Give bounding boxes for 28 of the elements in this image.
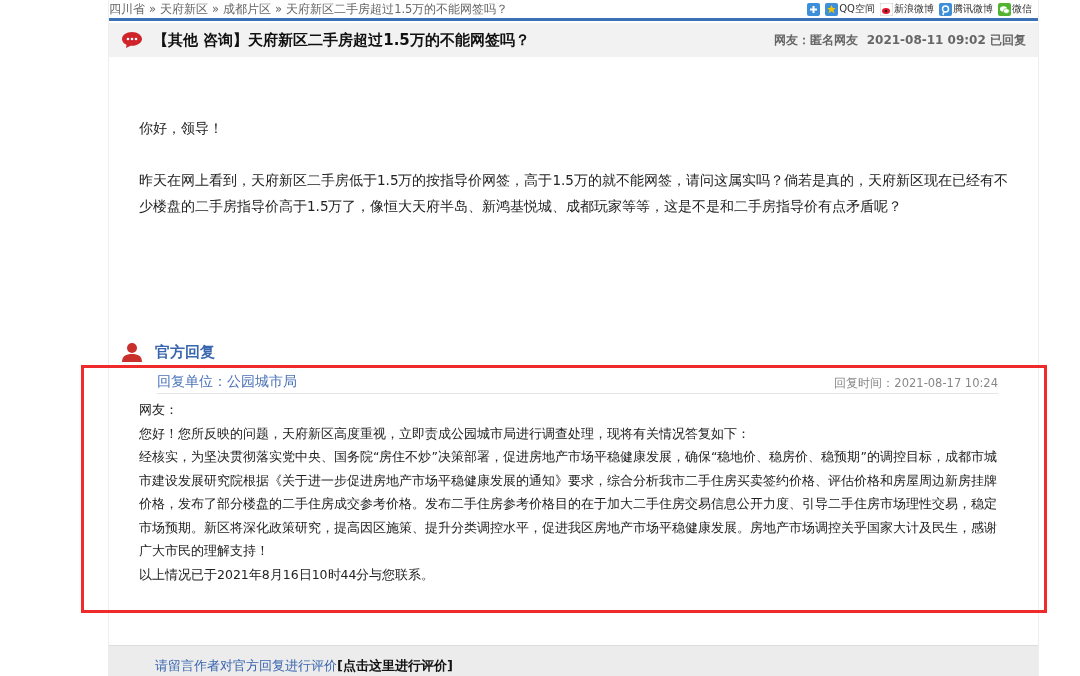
star-icon — [825, 2, 839, 16]
breadcrumb-link[interactable]: 成都片区 — [223, 1, 272, 17]
reply-paragraph: 您好！您所反映的问题，天府新区高度重视，立即责成公园城市局进行调查处理，现将有关情况答复如下： — [139, 424, 751, 443]
question-meta: 网友：匿名网友 2021-08-11 09:02 已回复 — [774, 31, 1026, 49]
share-link[interactable]: 新浪微博 — [880, 2, 934, 16]
reply-time: 回复时间：2021-08-17 10:24 — [834, 376, 998, 391]
reply-paragraph: 经核实，为坚决贯彻落实党中央、国务院“房住不炒”决策部署，促进房地产市场平稳健康发展，确保“稳地价、稳房价、稳预期”的调控目标，成都市城市建设发展研究院根据《关于进一步促进房地产市场平稳健康发展的通知》要求，综合分析我市二手住房买卖签约价格、评估价格和房屋周边新房挂牌价格，发布了部分楼盘的二手住房成交参考价格。发布二手住房参考价格目的在于加大二手住房交易信息公开力度、引导二手住房市场理性交易，稳定市场预期。新区将深化政策研究，提高因区施策、提升分类调控水平，促进我区房地产市场平稳健康发展。房地产市场调控关乎国家大计及民生，感谢广大市民的理解支持！ — [139, 448, 998, 560]
breadcrumb-link[interactable]: 天府新区 — [160, 1, 209, 17]
share-link[interactable]: QQ空间 — [825, 2, 875, 16]
reply-paragraph: 以上情况已于2021年8月16日10时44分与您联系。 — [139, 565, 436, 584]
share-link[interactable] — [807, 2, 821, 16]
reply-paragraph: 网友： — [139, 401, 179, 419]
question-title: 【其他 咨询】天府新区二手房超过1.5万的不能网签吗？ — [153, 30, 531, 50]
breadcrumb-link[interactable]: 四川省 — [109, 1, 145, 17]
reply-unit: 回复单位：公园城市局 — [157, 373, 297, 391]
reply-heading: 官方回复 — [155, 342, 215, 362]
share-link[interactable]: 腾讯微博 — [939, 2, 993, 16]
person-icon — [122, 342, 142, 362]
breadcrumb-separator: » — [149, 1, 157, 17]
breadcrumb-link[interactable]: 天府新区二手房超过1.5万的不能网签吗？ — [286, 1, 509, 17]
breadcrumb-separator: » — [275, 1, 283, 17]
question-paragraph: 昨天在网上看到，天府新区二手房低于1.5万的按指导价网签，高于1.5万的就不能网签，请问这属实吗？倘若是真的，天府新区现在已经有不少楼盘的二手房指导价高于1.5万了，像恒大天府半岛、新鸿基悦城、成都玩家等等，这是不是和二手房指导价有点矛盾呢？ — [139, 171, 1008, 216]
speech-bubble-icon — [121, 31, 143, 49]
breadcrumb-separator: » — [212, 1, 220, 17]
rating-link[interactable]: [点击这里进行评价] — [337, 657, 453, 675]
share-link[interactable]: 微信 — [998, 2, 1032, 16]
rating-prompt-link[interactable]: 请留言作者对官方回复进行评价 — [155, 657, 337, 675]
question-paragraph: 你好，领导！ — [139, 119, 224, 138]
